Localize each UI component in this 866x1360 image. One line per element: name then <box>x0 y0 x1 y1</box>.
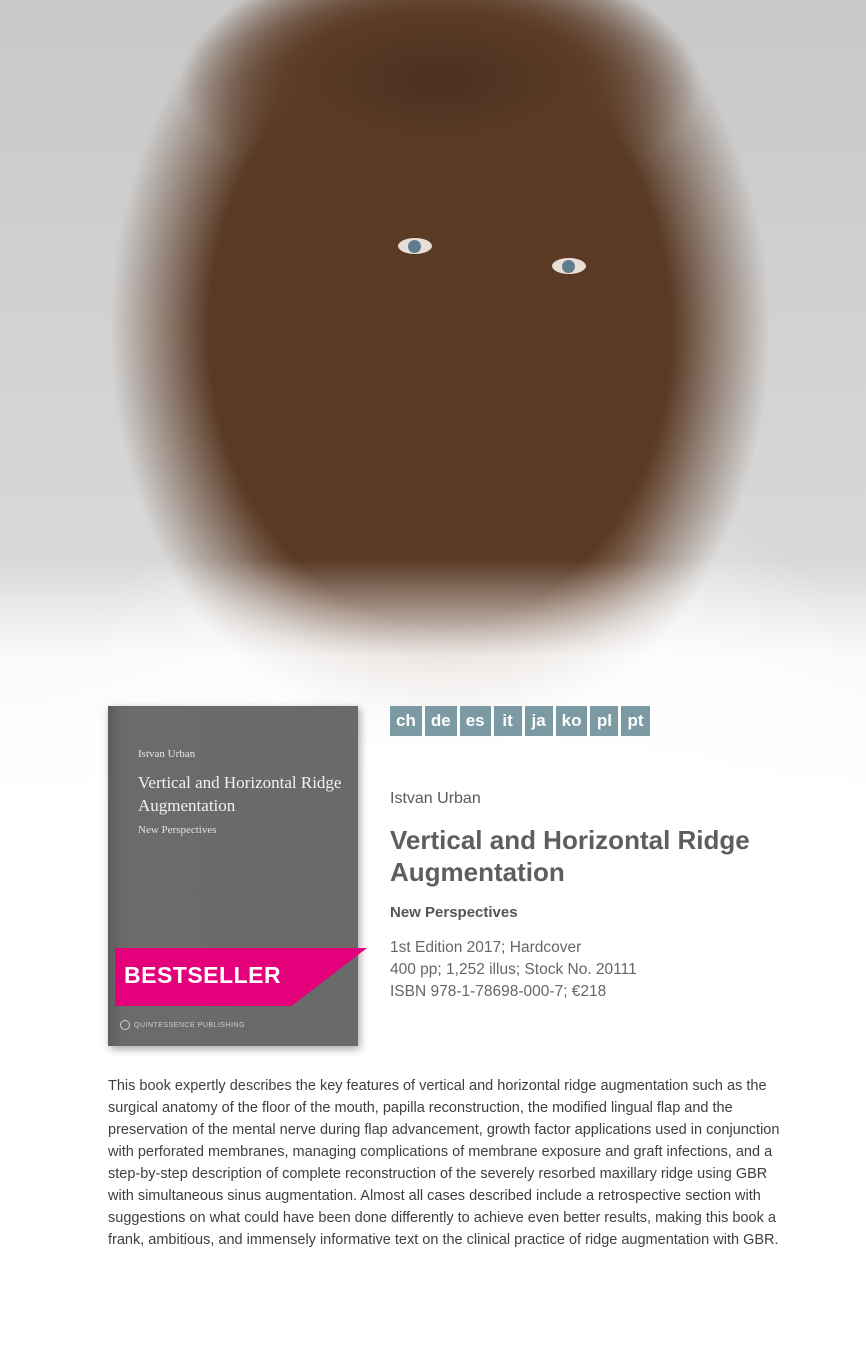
lang-es[interactable]: es <box>459 706 491 736</box>
publisher-mark-icon <box>120 1020 130 1030</box>
lang-de[interactable]: de <box>424 706 457 736</box>
book-cover-subtitle: New Perspectives <box>138 824 217 836</box>
book-cover-title: Vertical and Horizontal Ridge Augmentati… <box>138 773 342 815</box>
book-details: 1st Edition 2017; Hardcover 400 pp; 1,25… <box>390 937 637 1003</box>
lang-ko[interactable]: ko <box>555 706 588 736</box>
bestseller-badge: BESTSELLER <box>124 962 282 988</box>
publisher-name: QUINTESSENCE PUBLISHING <box>134 1021 246 1029</box>
lang-it[interactable]: it <box>493 706 522 736</box>
book-description: This book expertly describes the key fea… <box>108 1078 780 1248</box>
book-title: Vertical and Horizontal Ridge Augmentati… <box>390 825 750 887</box>
book-cover-author: Istvan Urban <box>138 748 196 760</box>
book-subtitle: New Perspectives <box>390 904 518 921</box>
lang-ja[interactable]: ja <box>524 706 553 736</box>
isbn-price: ISBN 978-1-78698-000-7; €218 <box>390 983 607 1000</box>
publisher-logo: QUINTESSENCE PUBLISHING <box>120 1020 245 1030</box>
language-selector: ch de es it ja ko pl pt <box>390 706 650 736</box>
author-name: Istvan Urban <box>390 790 481 807</box>
portrait-left-eye <box>398 238 432 254</box>
lang-pl[interactable]: pl <box>590 706 619 736</box>
portrait-right-eye <box>552 258 586 274</box>
specs-info: 400 pp; 1,252 illus; Stock No. 20111 <box>390 961 637 978</box>
lang-ch[interactable]: ch <box>390 706 422 736</box>
lang-pt[interactable]: pt <box>621 706 650 736</box>
edition-info: 1st Edition 2017; Hardcover <box>390 939 582 956</box>
